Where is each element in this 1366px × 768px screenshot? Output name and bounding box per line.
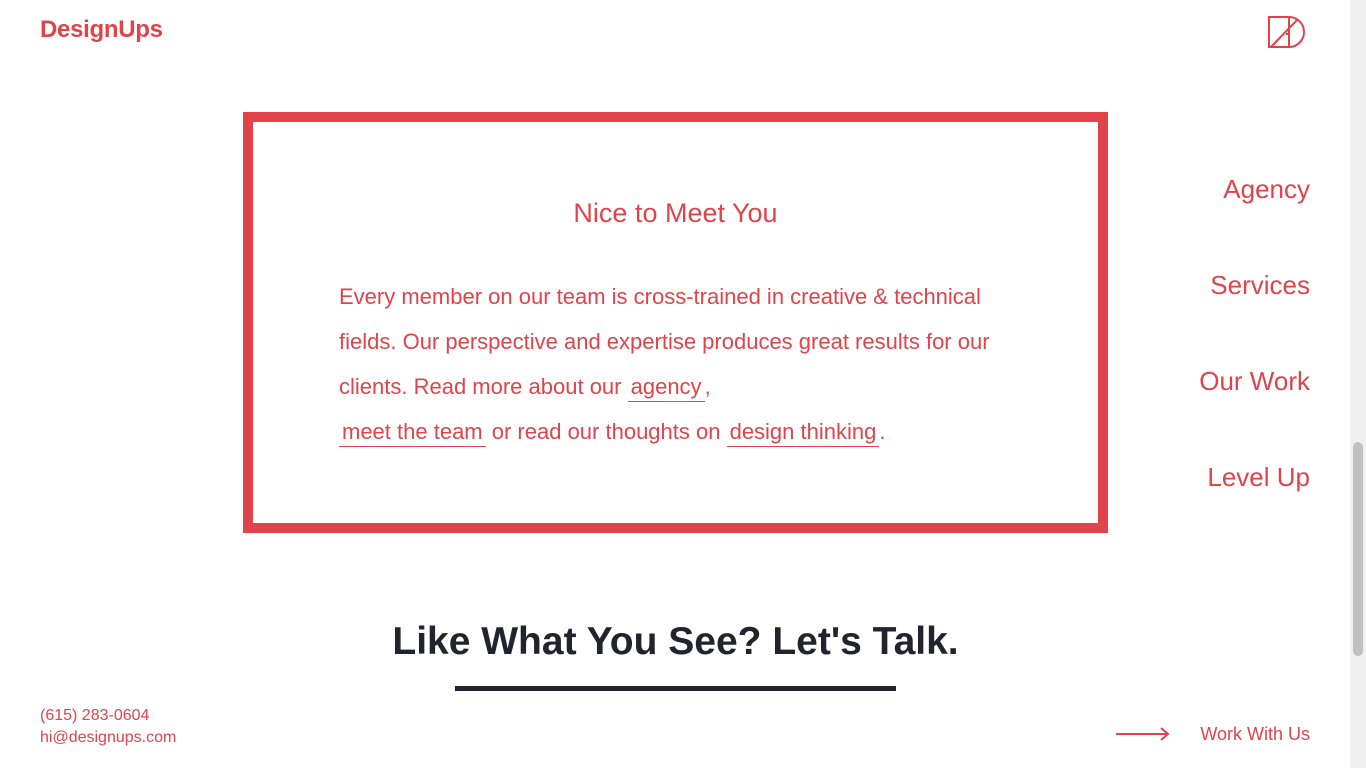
comma-text: ,	[704, 374, 711, 399]
scrollbar[interactable]	[1350, 0, 1366, 768]
card-title: Nice to Meet You	[573, 198, 778, 228]
nav-item-agency[interactable]: Agency	[1223, 174, 1310, 205]
cta-underline	[455, 686, 896, 691]
design-thinking-link[interactable]: design thinking	[726, 419, 880, 447]
cta-heading: Like What You See? Let's Talk.	[392, 620, 959, 663]
body-mid-text: or read our thoughts on	[485, 419, 727, 444]
card-body: Every member on our team is cross-traine…	[339, 274, 999, 454]
arrow-right-icon	[1116, 727, 1170, 741]
monogram-icon[interactable]	[1266, 14, 1310, 50]
work-with-us-button[interactable]: Work With Us	[1116, 721, 1310, 747]
nav-item-level-up[interactable]: Level Up	[1207, 462, 1310, 493]
meet-team-link[interactable]: meet the team	[339, 419, 486, 447]
nav-item-our-work[interactable]: Our Work	[1199, 366, 1310, 397]
agency-link[interactable]: agency	[627, 374, 705, 402]
intro-card: Nice to Meet You Every member on our tea…	[243, 112, 1108, 533]
logo[interactable]: DesignUps	[40, 16, 163, 44]
work-with-us-label: Work With Us	[1200, 723, 1310, 744]
scrollbar-thumb[interactable]	[1353, 442, 1363, 656]
email-link[interactable]: hi@designups.com	[40, 729, 176, 747]
nav-item-services[interactable]: Services	[1210, 270, 1310, 301]
body-end-text: .	[879, 419, 886, 444]
phone-link[interactable]: (615) 283-0604	[40, 707, 149, 725]
